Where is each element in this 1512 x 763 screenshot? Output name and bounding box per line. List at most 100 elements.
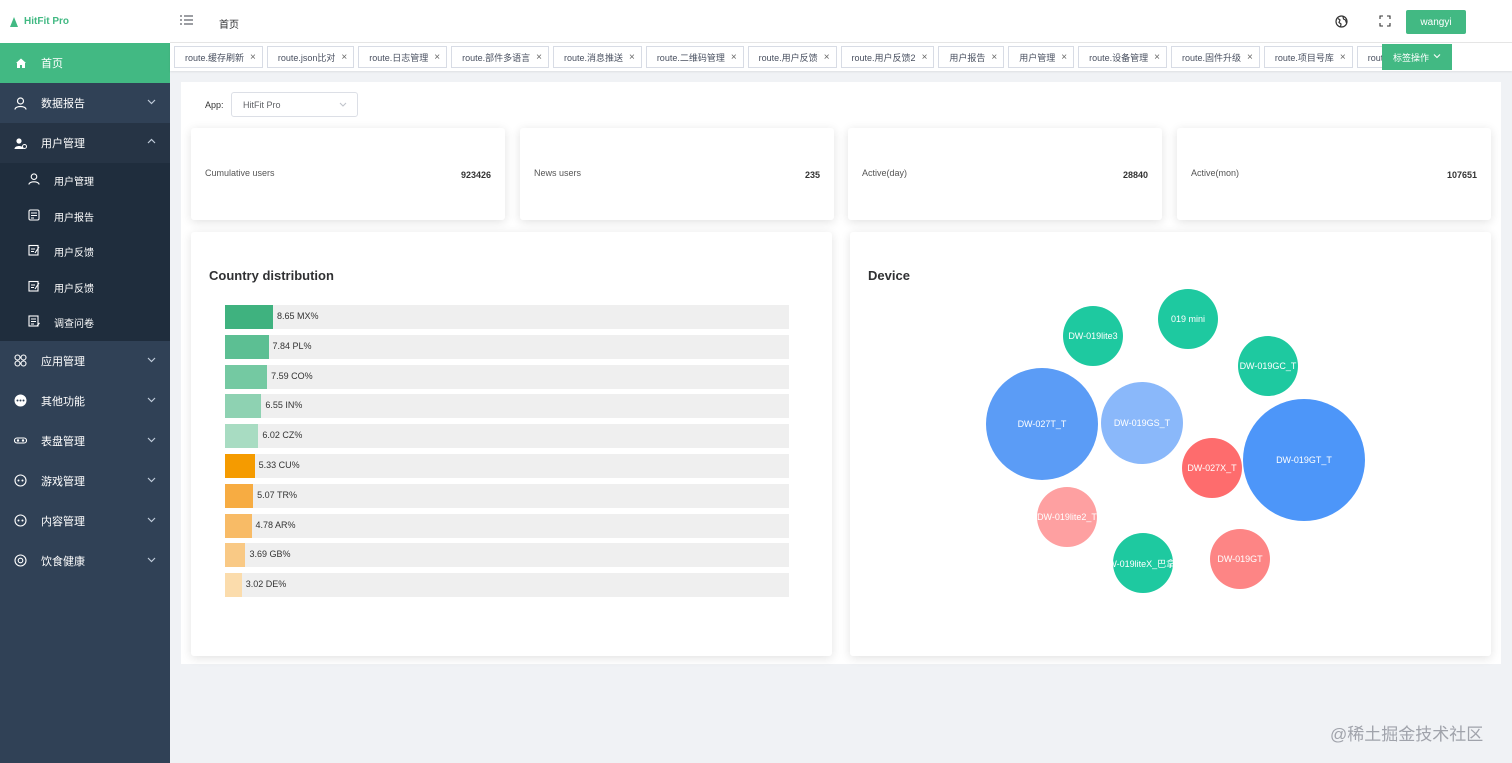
app-select[interactable]: HitFit Pro [231, 92, 358, 117]
sidebar-item-content-management[interactable]: 内容管理 [0, 501, 170, 541]
bar[interactable] [225, 573, 242, 598]
device-bubble[interactable]: DW-019lite2_T [1037, 487, 1097, 547]
chevron-down-icon [147, 435, 156, 447]
bubble-label: DW-019GC_T [1239, 361, 1297, 371]
close-icon[interactable]: × [1247, 52, 1253, 63]
close-icon[interactable]: × [250, 52, 256, 63]
chevron-down-icon [338, 99, 348, 111]
close-icon[interactable]: × [991, 52, 997, 63]
sidebar-item-home[interactable]: 首页 [0, 43, 170, 83]
device-bubble[interactable]: DW-027X_T [1182, 438, 1242, 498]
close-icon[interactable]: × [731, 52, 737, 63]
tag-item[interactable]: 用户管理 × [1008, 46, 1075, 68]
tag-item[interactable]: route.固件升级 × [1170, 46, 1260, 68]
sidebar-item-data-report[interactable]: 数据报告 [0, 83, 170, 123]
sidebar-subitem-label: 调查问卷 [54, 319, 94, 331]
sidebar-item-app-management[interactable]: 应用管理 [0, 341, 170, 381]
bar[interactable] [225, 334, 269, 359]
language-globe-icon[interactable] [1335, 15, 1348, 31]
tag-item[interactable]: route.json比对 × [266, 46, 355, 68]
bar[interactable] [225, 454, 255, 478]
bar-track: 3.69 GB% [225, 543, 789, 568]
tag-label: route.固件升级 [1181, 52, 1241, 63]
close-icon[interactable]: × [922, 52, 928, 63]
stat-label: Active(mon) [1191, 168, 1240, 178]
dashboard-main: App: HitFit Pro Cumulative users 923426 … [181, 82, 1501, 664]
tag-item[interactable]: route.消息推送 × [552, 46, 642, 68]
bar-track: 7.59 CO% [225, 364, 789, 389]
sidebar-item-diet-health[interactable]: 饮食健康 [0, 541, 170, 581]
logo-text: HitFit Pro [24, 16, 69, 27]
tag-item[interactable]: route.设备管理 × [1078, 46, 1167, 68]
sidebar-item-other-functions[interactable]: 其他功能 [0, 381, 170, 421]
bar-track: 8.65 MX% [225, 305, 789, 329]
device-bubble[interactable]: DW-019lite3 [1063, 306, 1123, 366]
device-bubble[interactable]: DW-019GS_T [1101, 382, 1183, 464]
tag-item[interactable]: route.日志管理 × [358, 46, 448, 68]
bar[interactable] [225, 543, 246, 568]
breadcrumb[interactable]: 首页 [219, 16, 239, 31]
sidebar-subitem-user-feedback[interactable]: 用户反馈 [0, 234, 170, 270]
stat-card-news-users: News users 235 [520, 128, 834, 220]
menu-toggle-icon[interactable] [180, 14, 193, 29]
bar[interactable] [225, 394, 262, 419]
more-icon [14, 394, 27, 407]
watermark: @稀土掘金技术社区 [1330, 725, 1484, 744]
logo[interactable]: HitFit Pro [0, 0, 170, 43]
tag-item[interactable]: route.缓存刷新 × [174, 46, 263, 68]
bar-track: 5.07 TR% [225, 483, 789, 508]
device-bubble[interactable]: 019 mini [1158, 289, 1218, 349]
user-menu-button[interactable]: wangyi [1406, 10, 1466, 34]
tag-item[interactable]: route.用户反馈 × [747, 46, 837, 68]
tag-label: 用户管理 [1019, 52, 1056, 63]
close-icon[interactable]: × [1061, 52, 1067, 63]
bar[interactable] [225, 305, 273, 329]
tags-view-bar: route.缓存刷新 × route.json比对 × route.日志管理 × route… [170, 43, 1512, 71]
sidebar-item-watchface-management[interactable]: 表盘管理 [0, 421, 170, 461]
sidebar-subitem-survey[interactable]: 调查问卷 [0, 305, 170, 341]
bar[interactable] [225, 364, 268, 389]
tag-item[interactable]: route.部件多语言 × [451, 46, 549, 68]
bubble-label: DW-027X_T [1187, 463, 1237, 473]
close-icon[interactable]: × [629, 52, 635, 63]
device-bubble[interactable]: DW-019liteX_巴拿马 [1113, 533, 1173, 593]
sidebar-item-game-management[interactable]: 游戏管理 [0, 461, 170, 501]
tag-item[interactable]: route.项目号库 × [1263, 46, 1353, 68]
device-bubble[interactable]: DW-019GT_T [1243, 399, 1365, 521]
chevron-up-icon [147, 137, 156, 149]
bar[interactable] [225, 513, 252, 538]
user-icon [14, 96, 27, 110]
sidebar-item-label: 应用管理 [41, 355, 85, 368]
edit-icon [28, 244, 40, 259]
tag-item[interactable]: 用户报告 × [938, 46, 1005, 68]
tag-item[interactable]: route.二维码管理 × [645, 46, 744, 68]
game-icon [14, 474, 27, 487]
device-bubble[interactable]: DW-019GC_T [1238, 336, 1298, 396]
sidebar-subitem-user-management[interactable]: 用户管理 [0, 163, 170, 199]
tag-item[interactable]: route.用户反馈2 × [840, 46, 935, 68]
close-icon[interactable]: × [1154, 52, 1160, 63]
device-panel: Device 019 mini DW-019lite3 DW-019GC_T DW-0… [850, 232, 1491, 656]
sidebar-subitem-user-feedback-2[interactable]: 用户反馈 [0, 269, 170, 305]
bar-label: 3.69 GB% [249, 549, 291, 560]
bar-track: 3.02 DE% [225, 573, 789, 598]
device-bubble[interactable]: DW-027T_T [986, 368, 1098, 480]
sidebar-subitem-user-report[interactable]: 用户报告 [0, 198, 170, 234]
close-icon[interactable]: × [824, 52, 830, 63]
bar-track: 5.33 CU% [225, 454, 789, 478]
bar[interactable] [225, 424, 259, 449]
fullscreen-icon[interactable] [1379, 15, 1391, 30]
device-bubble[interactable]: DW-019GT [1210, 529, 1270, 589]
close-icon[interactable]: × [1340, 52, 1346, 63]
bar[interactable] [225, 483, 254, 508]
close-icon[interactable]: × [341, 52, 347, 63]
chevron-down-icon [147, 355, 156, 367]
sidebar-item-label: 其他功能 [41, 395, 85, 408]
chevron-down-icon [1433, 52, 1441, 62]
sidebar-subitem-label: 用户报告 [54, 212, 94, 224]
sidebar-item-user-management[interactable]: 用户管理 [0, 123, 170, 163]
tag-operations-button[interactable]: 标签操作 [1382, 44, 1452, 70]
close-icon[interactable]: × [434, 52, 440, 63]
close-icon[interactable]: × [536, 52, 542, 63]
tag-label: route.json比对 [277, 52, 336, 63]
